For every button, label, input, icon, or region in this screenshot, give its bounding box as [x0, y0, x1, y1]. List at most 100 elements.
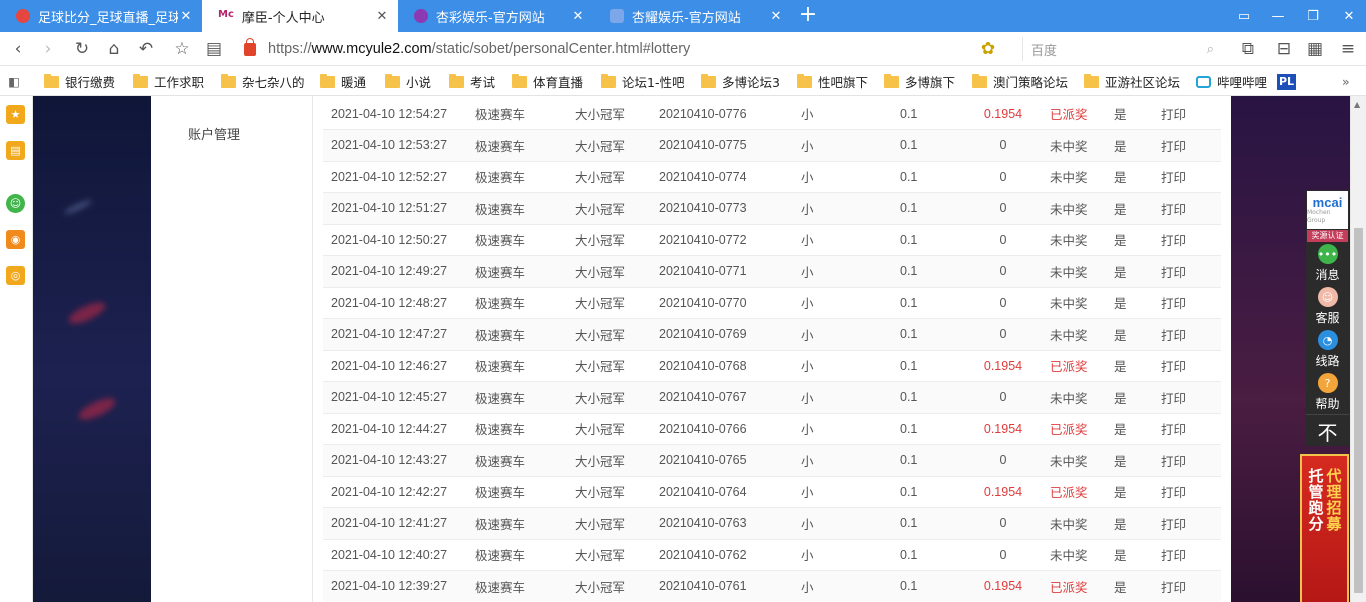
print-link[interactable]: 打印: [1155, 444, 1221, 477]
bookmark-item[interactable]: 暖通: [320, 73, 366, 90]
folder-icon: [221, 73, 236, 88]
bet-amount: 0.1: [900, 507, 968, 540]
prize-status: 未中奖: [1038, 161, 1108, 193]
bookmark-item[interactable]: 考试: [449, 73, 495, 90]
tab-xingcai[interactable]: 杏彩娱乐-官方网站 ✕: [398, 0, 594, 32]
screenshot-icon[interactable]: ⧉: [1236, 37, 1260, 61]
message-button[interactable]: ••• 消息: [1306, 242, 1349, 285]
print-link[interactable]: 打印: [1155, 381, 1221, 414]
bookmark-item[interactable]: 小说: [385, 73, 431, 90]
print-link[interactable]: 打印: [1155, 507, 1221, 540]
search-icon[interactable]: ⌕: [1207, 42, 1214, 57]
bet-time: 2021-04-10 12:46:27: [323, 350, 475, 382]
minimize-icon[interactable]: —: [1261, 0, 1295, 32]
tab-xingyao[interactable]: 杏耀娱乐-官方网站 ✕: [594, 0, 792, 32]
favorites-star-icon[interactable]: ★: [6, 105, 25, 124]
lottery-name: 极速赛车: [475, 539, 575, 571]
agent-recruit-banner[interactable]: 托管跑分 代理招募: [1300, 454, 1349, 602]
undo-close-icon[interactable]: ↶: [134, 37, 158, 61]
bookmark-item[interactable]: 工作求职: [133, 73, 204, 90]
favorite-star-icon[interactable]: ☆: [170, 37, 194, 61]
close-icon[interactable]: ✕: [374, 9, 390, 24]
close-window-icon[interactable]: ✕: [1332, 0, 1366, 32]
lottery-name: 极速赛车: [475, 507, 575, 540]
close-icon[interactable]: ✕: [178, 9, 194, 24]
chat-icon[interactable]: ☺: [6, 194, 25, 213]
prize-amount: 0: [968, 507, 1038, 540]
bet-amount: 0.1: [900, 318, 968, 351]
bookmark-item[interactable]: 论坛1-性吧: [601, 73, 684, 90]
bet-time: 2021-04-10 12:51:27: [323, 192, 475, 225]
more-bookmarks-icon[interactable]: »: [1342, 73, 1350, 90]
extension-bee-icon[interactable]: ✿: [976, 37, 1000, 61]
help-button[interactable]: ? 帮助: [1306, 371, 1349, 414]
print-link[interactable]: 打印: [1155, 287, 1221, 319]
print-link[interactable]: 打印: [1155, 350, 1221, 382]
print-link[interactable]: 打印: [1155, 192, 1221, 225]
bookmark-label: 多博旗下: [905, 75, 956, 90]
reload-icon[interactable]: ↻: [70, 37, 94, 61]
print-link[interactable]: 打印: [1155, 161, 1221, 193]
restore-icon[interactable]: ❐: [1296, 0, 1330, 32]
scroll-up-icon[interactable]: ▲: [1354, 100, 1360, 109]
print-link[interactable]: 打印: [1155, 413, 1221, 445]
print-link[interactable]: 打印: [1155, 476, 1221, 508]
close-icon[interactable]: ✕: [570, 9, 586, 24]
bookmark-item[interactable]: 哔哩哔哩: [1196, 73, 1267, 90]
prize-status: 未中奖: [1038, 224, 1108, 256]
prize-amount: 0: [968, 318, 1038, 351]
rss-icon[interactable]: ◉: [6, 230, 25, 249]
bet-content: 小: [801, 381, 900, 414]
bookmark-item[interactable]: 多博论坛3: [701, 73, 780, 90]
tab-personal-center[interactable]: Mc 摩臣-个人中心 ✕: [202, 0, 398, 32]
search-box[interactable]: 百度 ⌕: [1022, 37, 1220, 61]
print-link[interactable]: 打印: [1155, 318, 1221, 351]
scrollbar-thumb[interactable]: [1354, 228, 1363, 593]
menu-icon[interactable]: ≡: [1336, 37, 1360, 61]
new-tab-button[interactable]: +: [796, 4, 820, 28]
tab-list-icon[interactable]: ▭: [1227, 0, 1261, 32]
print-link[interactable]: 打印: [1155, 255, 1221, 288]
bookmark-item[interactable]: 银行缴费: [44, 73, 115, 90]
bookmark-item[interactable]: 杂七杂八的: [221, 73, 305, 90]
account-management-link[interactable]: 账户管理: [188, 124, 240, 143]
notes-icon[interactable]: ▤: [6, 141, 25, 160]
back-to-top-button[interactable]: 不: [1306, 414, 1349, 448]
sidebar-toggle-icon[interactable]: ◧: [8, 73, 20, 90]
close-icon[interactable]: ✕: [768, 9, 784, 24]
route-button[interactable]: ◔ 线路: [1306, 328, 1349, 371]
bookmark-item[interactable]: 亚游社区论坛: [1084, 73, 1180, 90]
prize-amount: 0.1954: [968, 413, 1038, 445]
bet-content: 小: [801, 539, 900, 571]
tab-soccer[interactable]: 足球比分_足球直播_足球比 ✕: [0, 0, 202, 32]
table-row: 2021-04-10 12:52:27 极速赛车 大小冠军 20210410-0774…: [323, 161, 1221, 193]
bookmark-item[interactable]: 性吧旗下: [797, 73, 868, 90]
apps-icon[interactable]: ▦: [1303, 37, 1327, 61]
print-link[interactable]: 打印: [1155, 539, 1221, 571]
bookmark-item[interactable]: 多博旗下: [884, 73, 955, 90]
bookmark-label: 论坛1-性吧: [622, 75, 685, 90]
bookmark-item[interactable]: 澳门策略论坛: [972, 73, 1068, 90]
customer-service-button[interactable]: ☺ 客服: [1306, 285, 1349, 328]
print-link[interactable]: 打印: [1155, 98, 1221, 130]
toolbox-icon[interactable]: ⊟: [1272, 37, 1296, 61]
print-link[interactable]: 打印: [1155, 224, 1221, 256]
bet-content: 小: [801, 255, 900, 288]
issue-number: 20210410-0769: [659, 318, 801, 351]
vertical-scrollbar[interactable]: ▲: [1350, 96, 1366, 602]
print-link[interactable]: 打印: [1155, 570, 1221, 602]
prize-amount: 0: [968, 129, 1038, 162]
url-field[interactable]: https://www.mcyule2.com/static/sobet/per…: [244, 37, 1004, 61]
forward-icon[interactable]: ›: [36, 37, 60, 61]
weibo-icon[interactable]: ◎: [6, 266, 25, 285]
reading-list-icon[interactable]: ▤: [202, 37, 226, 61]
bet-content: 小: [801, 570, 900, 602]
customer-service-icon: ☺: [1317, 287, 1338, 307]
bookmark-item[interactable]: PL: [1277, 73, 1297, 90]
issue-number: 20210410-0764: [659, 476, 801, 508]
lottery-name: 极速赛车: [475, 413, 575, 445]
bookmark-item[interactable]: 体育直播: [512, 73, 583, 90]
back-icon[interactable]: ‹: [6, 37, 30, 61]
print-link[interactable]: 打印: [1155, 129, 1221, 162]
home-icon[interactable]: ⌂: [102, 37, 126, 61]
